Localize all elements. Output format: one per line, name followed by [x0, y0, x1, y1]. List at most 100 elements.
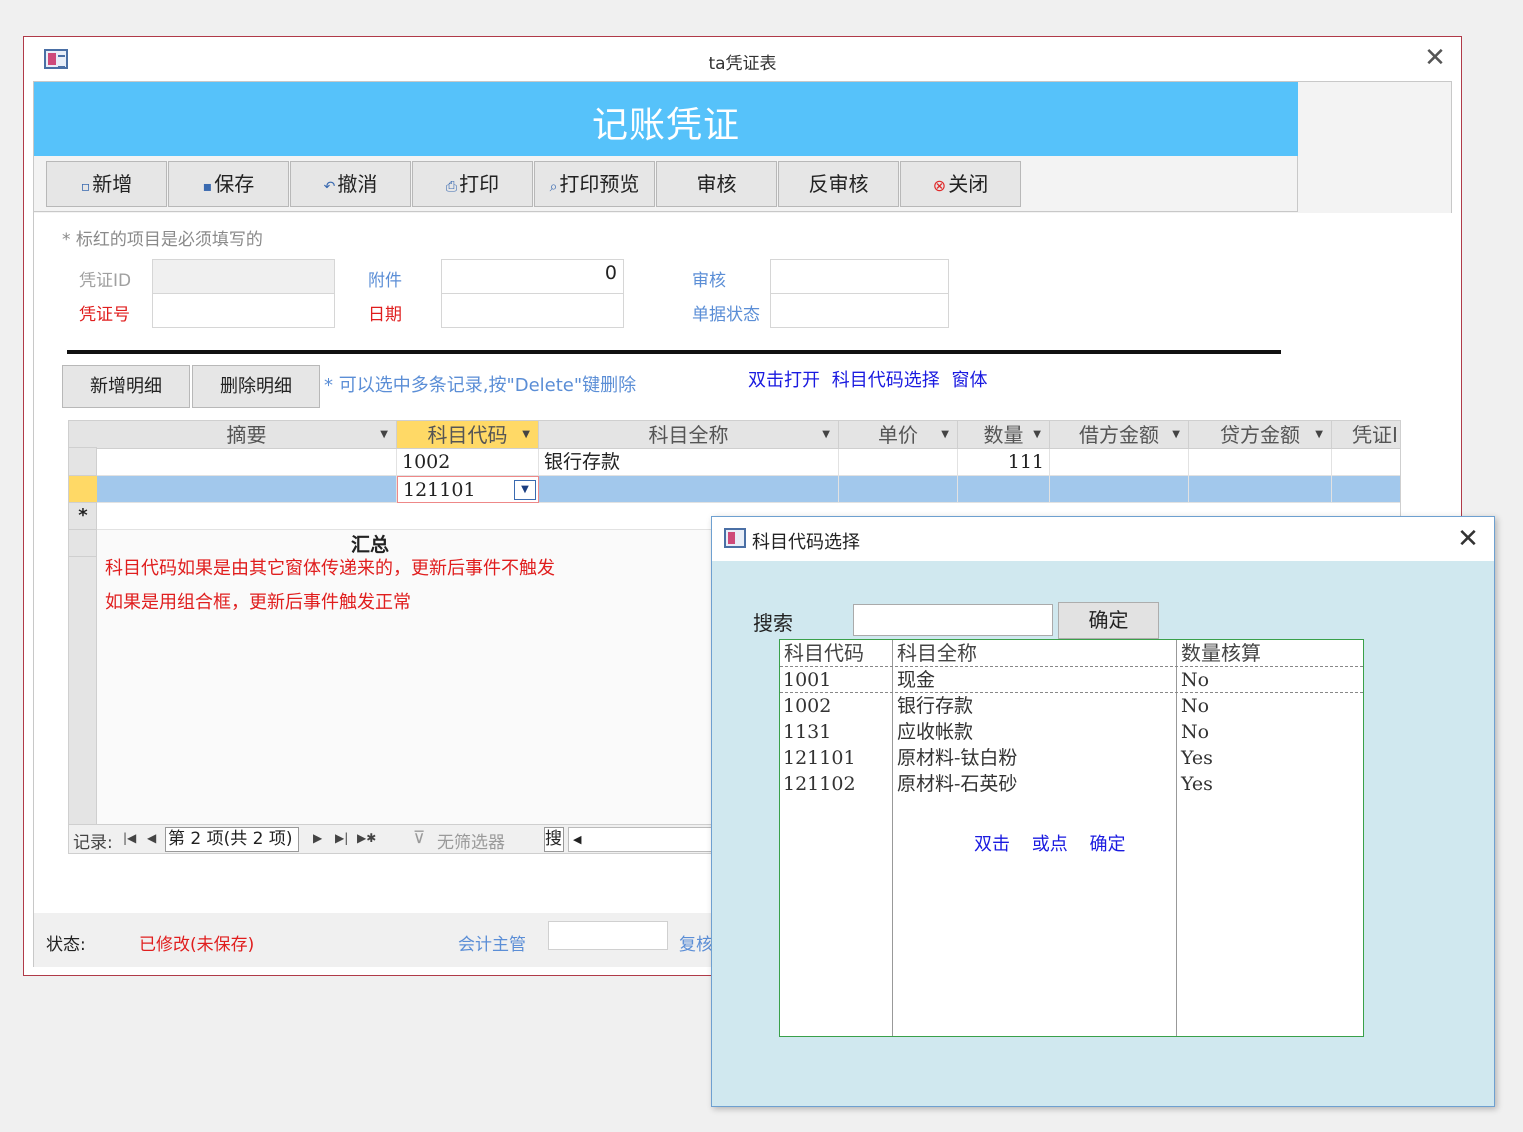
delete-detail-button[interactable]: 删除明细 — [192, 365, 320, 408]
cell-voucher-id[interactable] — [1332, 476, 1400, 503]
confirm-button[interactable]: 确定 — [1058, 602, 1159, 639]
search-input[interactable] — [853, 604, 1053, 636]
date-field[interactable] — [441, 293, 624, 328]
voucher-no-field[interactable] — [152, 293, 335, 328]
review-field[interactable] — [770, 259, 949, 294]
note-line: 科目代码如果是由其它窗体传递来的，更新后事件不触发 — [105, 558, 555, 579]
cell-voucher-id[interactable] — [1332, 449, 1400, 476]
column-header-code[interactable]: 科目代码 ▼ — [397, 421, 539, 449]
new-record-selector[interactable]: * — [69, 503, 97, 530]
item-name: 银行存款 — [897, 695, 974, 717]
close-icon[interactable]: ✕ — [1452, 523, 1484, 555]
cell-credit[interactable] — [1189, 449, 1332, 476]
dropdown-arrow-icon[interactable]: ▼ — [1315, 421, 1323, 449]
voucher-id-label: 凭证ID — [79, 271, 132, 291]
list-item[interactable]: 1002 银行存款 No — [780, 693, 1363, 719]
cell-debit[interactable] — [1050, 449, 1189, 476]
next-record-icon[interactable]: ▶ — [313, 831, 322, 845]
voucher-no-label: 凭证号 — [79, 305, 130, 325]
last-record-icon[interactable]: ▶| — [335, 831, 348, 845]
cell-qty[interactable] — [958, 476, 1050, 503]
dropdown-arrow-icon[interactable]: ▼ — [822, 421, 830, 449]
list-item[interactable]: 1131 应收帐款 No — [780, 719, 1363, 745]
filter-icon[interactable]: ⊽ — [413, 828, 425, 848]
page-title: 记账凭证 — [591, 105, 740, 146]
list-item[interactable]: 1001 现金 No — [780, 667, 1363, 693]
add-detail-button[interactable]: 新增明细 — [62, 365, 190, 408]
no-filter-label[interactable]: 无筛选器 — [437, 828, 505, 853]
cell-name[interactable] — [539, 476, 839, 503]
column-header-voucher-id[interactable]: 凭证I — [1332, 421, 1400, 449]
date-label: 日期 — [368, 305, 402, 325]
status-label: 状态: — [46, 935, 86, 955]
account-list[interactable]: 科目代码 科目全称 数量核算 1001 现金 No 1002 银行存款 No 1… — [779, 639, 1364, 1037]
record-selector — [69, 530, 97, 557]
cell-credit[interactable] — [1189, 476, 1332, 503]
cell-summary[interactable] — [97, 449, 397, 476]
table-row[interactable]: 1002 银行存款 111 — [97, 449, 1400, 476]
prev-record-icon[interactable]: ◀ — [147, 831, 156, 845]
cell-price[interactable] — [839, 449, 958, 476]
first-record-icon[interactable]: |◀ — [123, 831, 136, 845]
close-form-button[interactable]: ⊗ 关闭 — [900, 161, 1021, 207]
new-button[interactable]: ▫ 新增 — [46, 161, 167, 207]
record-selector-column: * — [69, 421, 97, 829]
record-position-input[interactable]: 第 2 项(共 2 项) — [165, 827, 299, 852]
dropdown-arrow-icon[interactable]: ▼ — [380, 421, 388, 449]
item-name: 原材料-钛白粉 — [897, 747, 1018, 769]
cell-code[interactable]: 1002 — [397, 449, 539, 476]
unreview-button[interactable]: 反审核 — [778, 161, 899, 207]
cell-price[interactable] — [839, 476, 958, 503]
undo-button[interactable]: ↶ 撤消 — [290, 161, 411, 207]
item-code: 1001 — [783, 669, 832, 691]
column-header-price[interactable]: 单价 ▼ — [839, 421, 958, 449]
review-label: 审核 — [692, 271, 726, 291]
undo-arrow-icon: ↶ — [323, 179, 336, 195]
toolbar: ▫ 新增 ▪ 保存 ↶ 撤消 ⎙ 打印 ⌕ 打印预览 审核 反审核 ⊗ 关闭 — [34, 156, 1298, 212]
close-icon[interactable]: ✕ — [1420, 43, 1450, 73]
print-button[interactable]: ⎙ 打印 — [412, 161, 533, 207]
dialog-title-bar: 科目代码选择 ✕ — [712, 517, 1494, 561]
save-button[interactable]: ▪ 保存 — [168, 161, 289, 207]
column-header-credit[interactable]: 贷方金额 ▼ — [1189, 421, 1332, 449]
item-qty-flag: Yes — [1181, 773, 1213, 795]
dropdown-arrow-icon[interactable]: ▼ — [1172, 421, 1180, 449]
cell-name[interactable]: 银行存款 — [539, 449, 839, 476]
list-item[interactable]: 121101 原材料-钛白粉 Yes — [780, 745, 1363, 771]
table-row-current[interactable]: 121101 ▼ — [97, 476, 1400, 503]
record-selector[interactable] — [69, 449, 97, 476]
record-selector-current[interactable] — [69, 476, 97, 503]
attachment-field[interactable]: 0 — [441, 259, 624, 294]
item-code: 121102 — [783, 773, 856, 795]
column-header-summary[interactable]: 摘要 ▼ — [97, 421, 397, 449]
item-qty-flag: No — [1181, 695, 1210, 717]
select-all-corner[interactable] — [69, 421, 97, 448]
dropdown-arrow-icon[interactable]: ▼ — [522, 421, 530, 449]
accountant-label: 会计主管 — [458, 935, 526, 955]
item-code: 1002 — [783, 695, 832, 717]
dropdown-arrow-icon[interactable]: ▼ — [1033, 421, 1041, 449]
search-input[interactable]: 搜 — [544, 827, 564, 852]
doc-status-field[interactable] — [770, 293, 949, 328]
scroll-left-icon[interactable]: ◀ — [569, 833, 581, 846]
column-header-debit[interactable]: 借方金额 ▼ — [1050, 421, 1189, 449]
list-item[interactable]: 121102 原材料-石英砂 Yes — [780, 771, 1363, 797]
dropdown-arrow-icon[interactable]: ▼ — [941, 421, 949, 449]
magnifier-icon: ⌕ — [549, 179, 558, 195]
header-banner: 记账凭证 — [34, 82, 1298, 156]
cell-qty[interactable]: 111 — [958, 449, 1050, 476]
search-label: 搜索 — [753, 611, 793, 635]
item-name: 原材料-石英砂 — [897, 773, 1018, 795]
cell-summary[interactable] — [97, 476, 397, 503]
chevron-down-icon[interactable]: ▼ — [514, 480, 536, 500]
print-preview-button[interactable]: ⌕ 打印预览 — [534, 161, 655, 207]
column-header-name[interactable]: 科目全称 ▼ — [539, 421, 839, 449]
cell-debit[interactable] — [1050, 476, 1189, 503]
voucher-id-field — [152, 259, 335, 294]
accountant-input[interactable] — [548, 921, 668, 950]
list-header-name: 科目全称 — [897, 641, 977, 665]
new-record-icon[interactable]: ▶✱ — [357, 831, 376, 845]
review-button[interactable]: 审核 — [656, 161, 777, 207]
column-header-qty[interactable]: 数量 ▼ — [958, 421, 1050, 449]
code-combo-input[interactable]: 121101 ▼ — [397, 476, 539, 503]
